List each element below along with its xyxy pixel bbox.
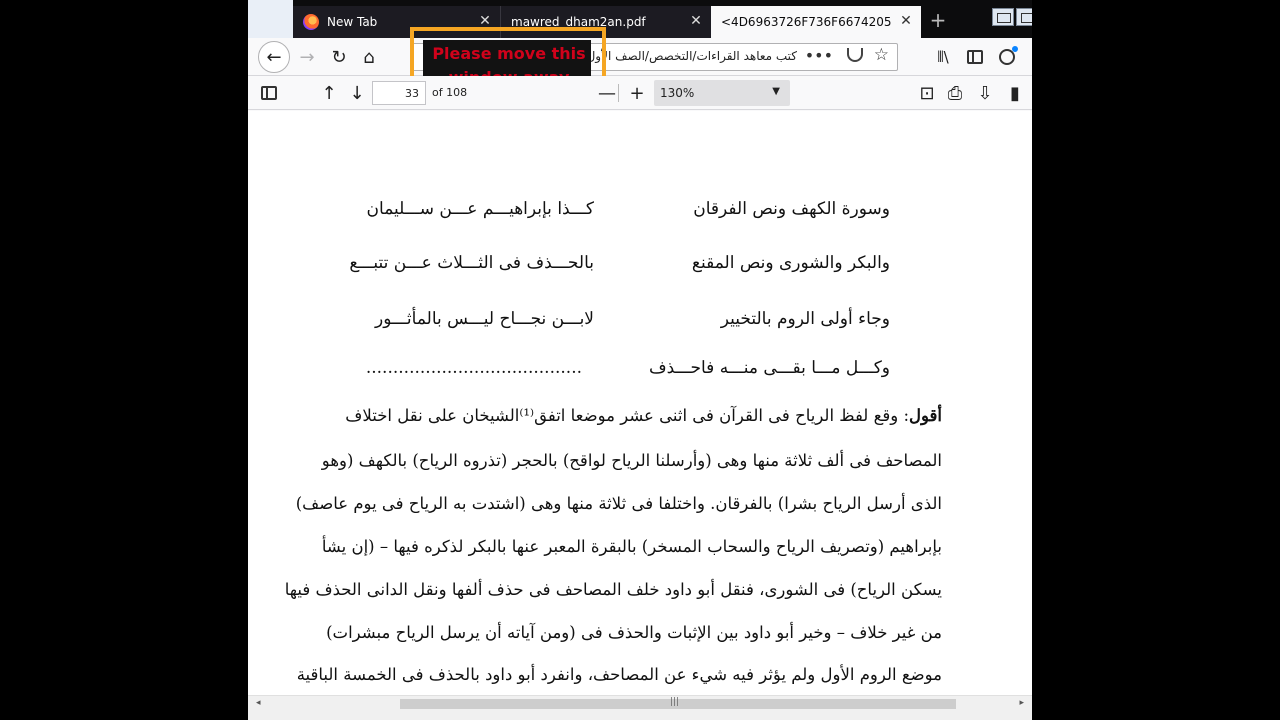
sidebar-glyph — [261, 86, 277, 100]
zoom-in-icon[interactable]: + — [624, 80, 650, 106]
verse-right-1: وسورة الكهف ونص الفرقان — [693, 199, 890, 219]
prose-line-5: يسكن الرياح) فى الشورى، فنقل أبو داود خل… — [284, 580, 942, 599]
prose-bold-word: أقول — [909, 406, 942, 425]
horizontal-scrollbar[interactable]: ◂ ||| ▸ — [248, 695, 1032, 711]
zoom-select[interactable]: 130% ▼ — [654, 80, 790, 106]
page-total-label: of 108 — [432, 86, 468, 99]
navigation-toolbar: ← → ↻ ⌂ كتب معاهد القراءات/التخصص/الصف ا… — [248, 38, 1032, 76]
chevron-down-icon: ▼ — [772, 86, 780, 97]
pdf-page: وسورة الكهف ونص الفرقان كـــذا بإبراهيــ… — [248, 111, 1032, 695]
sidebar-icon[interactable] — [960, 42, 990, 72]
new-tab-plus-icon[interactable]: + — [928, 10, 948, 30]
verse-right-2: والبكر والشورى ونص المقنع — [691, 253, 890, 273]
zoom-value: 130% — [660, 86, 695, 100]
zoom-out-icon[interactable]: — — [594, 80, 620, 106]
tab-active[interactable]: <4D6963726F736F667420576F726 ✕ — [711, 6, 921, 38]
scroll-right-icon[interactable]: ▸ — [1019, 698, 1024, 708]
prose-line-4: بإبراهيم (وتصريف الرياح والسحاب المسخر) … — [321, 537, 942, 556]
page-number-input[interactable] — [372, 81, 426, 105]
scrollbar-thumb[interactable]: ||| — [400, 697, 956, 709]
tab-strip: New Tab ✕ mawred_dham2an.pdf ✕ <4D696372… — [248, 0, 1032, 38]
window-maximize-button[interactable] — [1016, 8, 1032, 26]
account-glyph — [999, 46, 1018, 65]
prose-line-1-text: : وقع لفظ الرياح فى القرآن فى اثنى عشر م… — [345, 406, 910, 425]
verse-left-3: لابـــن نجـــاح ليـــس بالمأثـــور — [374, 309, 594, 329]
scroll-left-icon[interactable]: ◂ — [256, 698, 261, 708]
bookmark-icon[interactable]: ▮ — [1002, 80, 1028, 106]
prose-line-3: الذى أرسل الرياح بشرا) بالفرقان. واختلفا… — [295, 494, 942, 513]
close-icon[interactable]: ✕ — [899, 14, 913, 28]
window-minimize-button[interactable] — [992, 8, 1014, 26]
print-icon[interactable]: ⎙ — [942, 80, 968, 106]
star-icon[interactable]: ☆ — [874, 45, 889, 65]
download-icon[interactable]: ⇩ — [972, 80, 998, 106]
verse-left-4: ........................................ — [365, 358, 582, 378]
close-icon[interactable]: ✕ — [689, 14, 703, 28]
prose-line-1: أقول: وقع لفظ الرياح فى القرآن فى اثنى ع… — [292, 406, 942, 425]
prose-line-6: من غير خلاف – وخير أبو داود بين الإثبات … — [326, 623, 942, 642]
prose-line-7: موضع الروم الأول ولم يؤثر فيه شيء عن الم… — [296, 665, 942, 684]
next-page-icon[interactable]: ↓ — [344, 80, 370, 106]
toolbar-separator — [618, 84, 619, 102]
close-icon[interactable]: ✕ — [478, 14, 492, 28]
previous-page-icon[interactable]: ↑ — [316, 80, 342, 106]
browser-window: New Tab ✕ mawred_dham2an.pdf ✕ <4D696372… — [248, 0, 1032, 720]
page-actions-more-icon[interactable]: ••• — [805, 46, 833, 65]
reload-icon[interactable]: ↻ — [324, 42, 354, 72]
forward-arrow-icon[interactable]: → — [292, 42, 322, 72]
toggle-sidebar-icon[interactable] — [256, 80, 282, 106]
firefox-icon — [303, 14, 319, 30]
grip-icon: ||| — [670, 697, 680, 707]
verse-left-1: كـــذا بإبراهيـــم عـــن ســـليمان — [366, 199, 594, 219]
library-icon[interactable]: ⫴\ — [928, 42, 958, 72]
prose-line-2: المصاحف فى ألف ثلاثة منها وهى (وأرسلنا ا… — [321, 451, 942, 470]
verse-right-3: وجاء أولى الروم بالتخيير — [720, 309, 890, 329]
home-icon[interactable]: ⌂ — [354, 42, 384, 72]
pdf-toolbar: ↑ ↓ of 108 — + 130% ▼ ⊡ ⎙ ⇩ ▮ — [248, 76, 1032, 110]
window-bottom-edge — [248, 711, 1032, 720]
window-frame — [248, 0, 293, 38]
account-icon[interactable] — [992, 42, 1022, 72]
verse-left-2: بالحـــذف فى الثـــلاث عـــن تتبـــع — [349, 253, 594, 273]
pocket-icon[interactable] — [847, 48, 863, 62]
tab-label: <4D6963726F736F667420576F726 — [721, 15, 891, 29]
pdf-viewer[interactable]: وسورة الكهف ونص الفرقان كـــذا بإبراهيــ… — [248, 111, 1032, 695]
verse-right-4: وكـــل مـــا بقـــى منـــه فاحـــذف — [649, 358, 890, 378]
presentation-mode-icon[interactable]: ⊡ — [914, 80, 940, 106]
sidebar-glyph — [967, 50, 983, 64]
back-arrow-icon[interactable]: ← — [258, 41, 290, 73]
tab-label: New Tab — [327, 15, 378, 29]
